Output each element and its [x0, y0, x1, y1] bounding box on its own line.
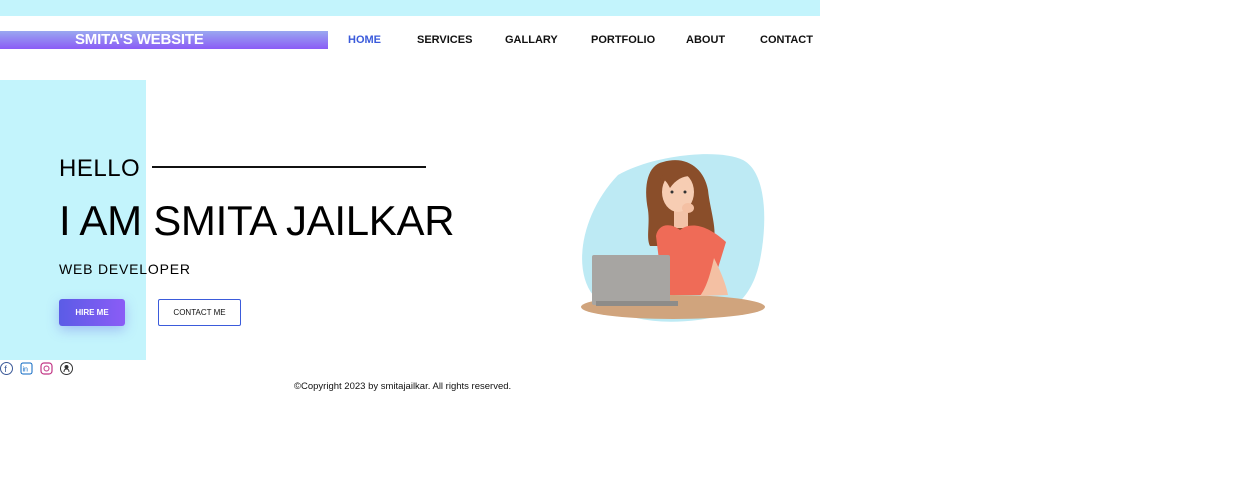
instagram-icon[interactable] — [40, 362, 53, 375]
nav-home[interactable]: HOME — [348, 34, 381, 47]
brand-banner[interactable]: SMITA'S WEBSITE — [0, 31, 328, 49]
site-title: SMITA'S WEBSITE — [75, 31, 204, 48]
linkedin-icon[interactable]: in — [20, 362, 33, 375]
contact-me-button[interactable]: CONTACT ME — [158, 299, 241, 326]
nav-about[interactable]: ABOUT — [686, 34, 725, 47]
svg-text:in: in — [23, 367, 29, 374]
developer-illustration — [581, 154, 765, 322]
github-icon[interactable] — [60, 362, 73, 375]
top-bar — [0, 0, 820, 16]
greeting-divider — [152, 166, 426, 168]
nav-services[interactable]: SERVICES — [417, 34, 472, 47]
hire-me-button[interactable]: HIRE ME — [59, 299, 125, 326]
hero-role: WEB DEVELOPER — [59, 261, 191, 277]
hero-name: I AM SMITA JAILKAR — [59, 197, 455, 244]
nav-portfolio[interactable]: PORTFOLIO — [591, 34, 655, 47]
nav-gallary[interactable]: GALLARY — [505, 34, 558, 47]
hero-greeting: HELLO — [59, 155, 141, 182]
copyright-text: ©Copyright 2023 by smitajailkar. All rig… — [294, 381, 512, 392]
facebook-icon[interactable]: f — [0, 362, 13, 375]
nav-contact[interactable]: CONTACT — [760, 34, 813, 47]
